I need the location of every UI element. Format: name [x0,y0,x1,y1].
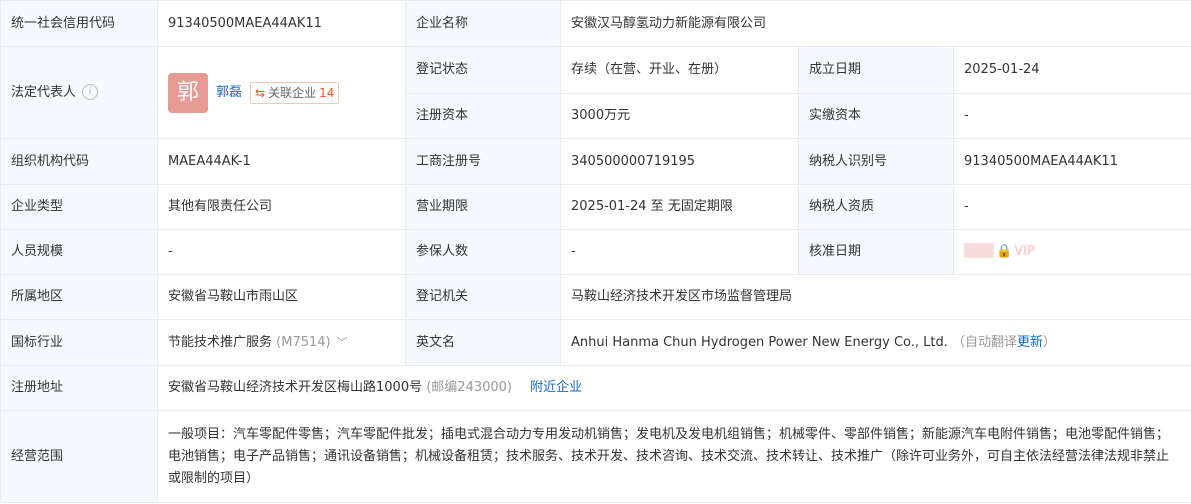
paid-capital-value: - [952,93,1191,139]
vip-suffix: VIP [1014,244,1035,259]
legal-rep-label-text: 法定代表人 [11,84,77,100]
insured-value: - [560,229,799,275]
reg-authority-label: 登记机关 [405,274,561,320]
biz-reg-no-label: 工商注册号 [405,138,561,185]
biz-reg-no-value: 340500000719195 [560,138,799,185]
biz-term-label: 营业期限 [405,184,561,230]
nearby-companies-link[interactable]: 附近企业 [530,380,582,395]
related-label: 关联企业 [268,85,317,100]
reg-capital-label: 注册资本 [405,93,561,139]
taxpayer-qual-label: 纳税人资质 [798,184,954,230]
region-value: 安徽省马鞍山市雨山区 [157,274,406,320]
established-label: 成立日期 [798,46,954,94]
credit-code-value: 91340500MAEA44AK11 [157,0,406,47]
legal-rep-label: 法定代表人 i [0,46,158,139]
approval-date-value[interactable]: ▒▒▒ 🔒 VIP [952,229,1191,275]
biz-scope-value: 一般项目：汽车零配件零售；汽车零配件批发；插电式混合动力专用发动机销售；发电机及… [156,410,1191,503]
approval-date-label: 核准日期 [798,229,954,275]
company-name-value: 安徽汉马醇氢动力新能源有限公司 [559,0,1191,47]
taxpayer-qual-value: - [952,184,1191,230]
legal-rep-cell: 郭 郭磊 ⇆ 关联企业 14 [157,46,406,139]
reg-status-value: 存续（在营、开业、在册） [560,46,799,94]
approval-date-blurred: ▒▒▒ [964,244,994,259]
region-label: 所属地区 [0,274,158,320]
related-count: 14 [319,85,335,100]
legal-rep-name-link[interactable]: 郭磊 [216,83,242,103]
info-icon[interactable]: i [82,84,99,100]
org-code-value: MAEA44AK-1 [157,138,406,185]
english-name-cell: Anhui Hanma Chun Hydrogen Power New Ener… [559,319,1191,366]
update-link[interactable]: 更新 [1017,335,1043,350]
related-company-icon: ⇆ [255,85,266,100]
industry-label: 国标行业 [0,319,158,366]
industry-code: (M7514) [276,334,331,350]
taxpayer-id-value: 91340500MAEA44AK11 [952,138,1191,185]
close-paren: ） [1043,334,1057,350]
industry-name: 节能技术推广服务 [168,334,273,350]
company-name-label: 企业名称 [405,0,561,47]
paid-capital-label: 实缴资本 [798,93,954,139]
reg-address-cell: 安徽省马鞍山经济技术开发区梅山路1000号 (邮编243000) 附近企业 [156,365,1191,411]
reg-address-value: 安徽省马鞍山经济技术开发区梅山路1000号 [168,380,423,395]
related-companies-badge[interactable]: ⇆ 关联企业 14 [250,81,340,104]
company-type-label: 企业类型 [0,184,158,230]
english-name-label: 英文名 [405,319,561,366]
avatar[interactable]: 郭 [168,72,208,113]
company-info-table: 统一社会信用代码 91340500MAEA44AK11 企业名称 安徽汉马醇氢动… [0,0,1191,503]
insured-label: 参保人数 [405,229,561,275]
biz-scope-label: 经营范围 [0,410,158,503]
english-name-value: Anhui Hanma Chun Hydrogen Power New Ener… [571,334,948,350]
credit-code-label: 统一社会信用代码 [0,0,158,47]
reg-status-label: 登记状态 [405,46,561,94]
org-code-label: 组织机构代码 [0,138,158,185]
reg-authority-value: 马鞍山经济技术开发区市场监督管理局 [559,274,1191,320]
chevron-down-icon[interactable]: ﹀ [337,333,348,353]
reg-capital-value: 3000万元 [560,93,799,139]
lock-icon: 🔒 [996,244,1013,259]
company-type-value: 其他有限责任公司 [157,184,406,230]
biz-term-value: 2025-01-24 至 无固定期限 [560,184,799,230]
staff-size-label: 人员规模 [0,229,158,275]
reg-address-label: 注册地址 [0,365,158,411]
staff-size-value: - [157,229,406,275]
established-value: 2025-01-24 [952,46,1191,94]
taxpayer-id-label: 纳税人识别号 [798,138,954,185]
industry-value[interactable]: 节能技术推广服务 (M7514) ﹀ [157,319,406,366]
auto-translate-note: （自动翻译 [952,334,1018,350]
postcode: (邮编243000) [426,380,513,395]
